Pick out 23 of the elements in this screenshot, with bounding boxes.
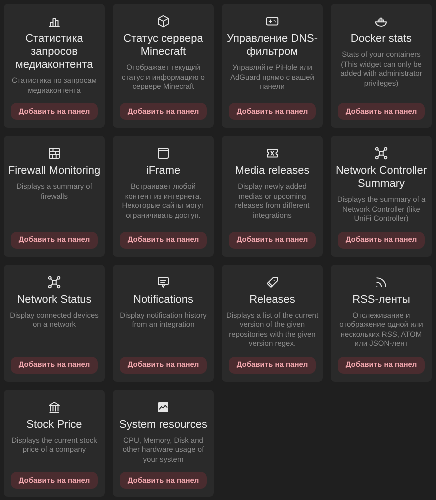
widget-title: iFrame: [146, 165, 181, 178]
widget-title: Docker stats: [350, 33, 412, 46]
window-icon: [156, 146, 171, 161]
brick-wall-icon: [47, 146, 62, 161]
widget-title: Releases: [250, 294, 296, 306]
widget-title: Network Status: [17, 294, 92, 306]
widget-title: System resources: [119, 418, 208, 432]
network-icon: [374, 146, 389, 161]
widget-title: Notifications: [134, 294, 194, 306]
bank-icon: [47, 400, 62, 414]
rss-icon: [374, 274, 389, 290]
widget-title: Media releases: [235, 165, 310, 178]
widget-title: RSS-ленты: [352, 294, 410, 306]
widget-title: Управление DNS-фильтром: [226, 33, 319, 59]
message-icon: [156, 274, 171, 290]
widget-title: Firewall Monitoring: [8, 165, 101, 178]
network-icon: [47, 274, 62, 290]
widget-title: Network Controller Summary: [335, 165, 428, 191]
widget-title: Stock Price: [26, 418, 82, 432]
widget-title: Статистика запросов медиаконтента: [14, 33, 94, 72]
cube-icon: [156, 14, 171, 29]
widget-title: Статус сервера Minecraft: [122, 33, 204, 59]
graph-icon: [156, 400, 171, 414]
